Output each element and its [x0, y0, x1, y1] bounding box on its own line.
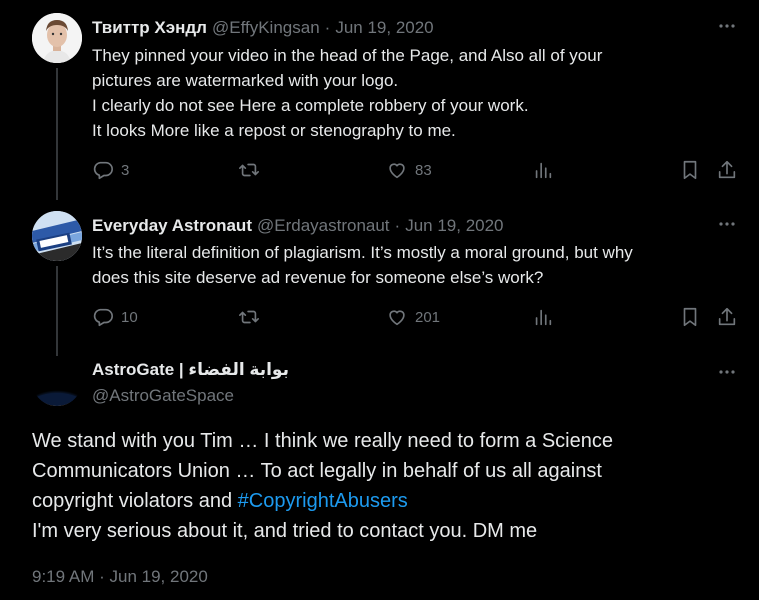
avatar[interactable] — [32, 13, 82, 63]
reply-icon — [93, 308, 113, 327]
views-button[interactable] — [532, 306, 554, 328]
bookmark-button[interactable] — [679, 306, 701, 328]
action-bar: 10 201 — [92, 306, 752, 330]
author-handle[interactable]: @AstroGateSpace — [92, 386, 289, 406]
share-button[interactable] — [716, 159, 738, 181]
retweet-icon — [239, 310, 259, 324]
share-icon — [718, 307, 736, 326]
author-block: AstroGate | بوابة الفضاء @AstroGateSpace — [92, 360, 289, 406]
text-line: We stand with you Tim … I think we reall… — [32, 430, 613, 452]
tweet-header: Твиттр Хэндл @EffyKingsan · Jun 19, 2020 — [92, 18, 434, 38]
separator: · — [324, 18, 331, 37]
author-handle[interactable]: @EffyKingsan — [212, 18, 320, 38]
avatar[interactable] — [32, 211, 82, 261]
tweet-header: Everyday Astronaut @Erdayastronaut · Jun… — [92, 216, 504, 236]
like-count: 201 — [415, 308, 441, 326]
like-icon — [389, 163, 405, 179]
text-line: It looks More like a repost or stenograp… — [92, 121, 456, 140]
text-line: Communicators Union … To act legally in … — [32, 460, 602, 482]
share-icon — [718, 160, 736, 179]
thread-line — [56, 68, 58, 200]
like-count: 83 — [415, 161, 432, 179]
more-icon[interactable] — [717, 214, 737, 234]
like-button[interactable]: 83 — [386, 159, 432, 181]
reply-button[interactable]: 3 — [92, 159, 129, 181]
views-icon — [535, 162, 552, 179]
tweet-time[interactable]: 9:19 AM — [32, 567, 94, 586]
text-line: It’s the literal definition of plagiaris… — [92, 243, 633, 262]
bookmark-button[interactable] — [679, 159, 701, 181]
retweet-icon — [239, 163, 259, 177]
bookmark-icon — [683, 307, 697, 327]
like-button[interactable]: 201 — [386, 306, 440, 328]
reply-button[interactable]: 10 — [92, 306, 138, 328]
more-icon[interactable] — [717, 16, 737, 36]
action-bar: 3 83 — [92, 159, 752, 183]
author-name[interactable]: Everyday Astronaut — [92, 216, 252, 236]
reply-icon — [93, 161, 113, 180]
text-line: pictures are watermarked with your logo. — [92, 71, 399, 90]
tweet-text: We stand with you Tim … I think we reall… — [32, 426, 732, 546]
avatar[interactable] — [32, 356, 82, 406]
views-button[interactable] — [532, 159, 554, 181]
reply-tweet-2[interactable]: Everyday Astronaut @Erdayastronaut · Jun… — [0, 200, 759, 358]
thread-line — [56, 266, 58, 358]
thread-line — [56, 348, 58, 352]
bookmark-icon — [683, 160, 697, 180]
text-line: I clearly do not see Here a complete rob… — [92, 96, 529, 115]
tweet-date[interactable]: Jun 19, 2020 — [335, 18, 433, 38]
share-button[interactable] — [716, 306, 738, 328]
main-tweet[interactable]: AstroGate | بوابة الفضاء @AstroGateSpace… — [0, 348, 759, 600]
like-icon — [389, 310, 405, 326]
hashtag-link[interactable]: #CopyrightAbusers — [238, 490, 408, 512]
text-line: copyright violators and #CopyrightAbuser… — [32, 486, 732, 516]
tweet-text: They pinned your video in the head of th… — [92, 43, 732, 143]
text-line: They pinned your video in the head of th… — [92, 46, 603, 65]
views-icon — [535, 309, 552, 326]
text-line: I'm very serious about it, and tried to … — [32, 520, 538, 542]
text-segment: copyright violators and — [32, 490, 238, 512]
separator: · — [99, 567, 105, 586]
text-line: does this site deserve ad revenue for so… — [92, 268, 544, 287]
author-name[interactable]: AstroGate | بوابة الفضاء — [92, 360, 289, 380]
retweet-button[interactable] — [238, 306, 260, 328]
author-handle[interactable]: @Erdayastronaut — [257, 216, 390, 236]
author-name[interactable]: Твиттр Хэндл — [92, 18, 207, 38]
tweet-date[interactable]: Jun 19, 2020 — [110, 567, 208, 586]
separator: · — [394, 216, 401, 235]
reply-tweet-1[interactable]: Твиттр Хэндл @EffyKingsan · Jun 19, 2020… — [0, 0, 759, 200]
tweet-text: It’s the literal definition of plagiaris… — [92, 240, 732, 290]
reply-count: 3 — [121, 161, 130, 179]
tweet-meta: 9:19 AM · Jun 19, 2020 — [32, 567, 208, 587]
more-icon[interactable] — [717, 362, 737, 382]
reply-count: 10 — [121, 308, 138, 326]
retweet-button[interactable] — [238, 159, 260, 181]
tweet-date[interactable]: Jun 19, 2020 — [405, 216, 503, 236]
